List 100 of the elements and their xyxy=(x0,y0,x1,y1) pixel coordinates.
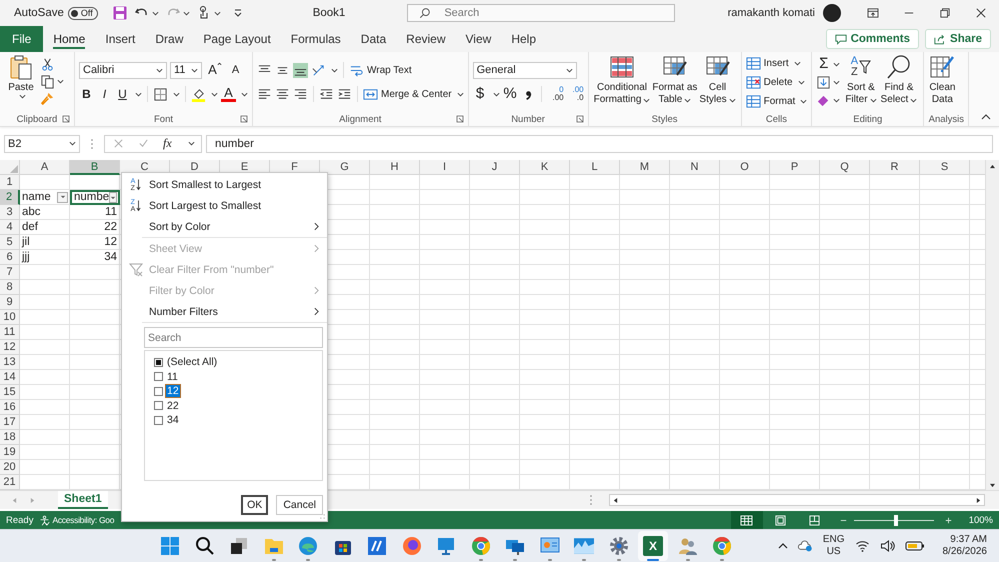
cell[interactable] xyxy=(720,445,770,460)
check-icon[interactable] xyxy=(138,138,149,149)
row-header[interactable]: 4 xyxy=(0,220,20,235)
cell[interactable] xyxy=(670,205,720,220)
cell[interactable] xyxy=(670,445,720,460)
cell[interactable] xyxy=(670,340,720,355)
cell[interactable] xyxy=(820,265,870,280)
cell[interactable] xyxy=(70,415,120,430)
cell[interactable] xyxy=(820,235,870,250)
cell[interactable] xyxy=(670,310,720,325)
cell[interactable] xyxy=(770,250,820,265)
cell[interactable] xyxy=(620,370,670,385)
fill-bucket-icon[interactable] xyxy=(191,86,206,102)
cell[interactable] xyxy=(570,445,620,460)
cell[interactable] xyxy=(370,415,420,430)
cell[interactable] xyxy=(870,400,920,415)
scroll-right-icon[interactable] xyxy=(976,496,981,504)
column-header[interactable]: Q xyxy=(820,160,870,175)
cell[interactable] xyxy=(770,385,820,400)
autosum-button[interactable]: Σ xyxy=(816,56,832,72)
cell[interactable] xyxy=(720,430,770,445)
cell[interactable] xyxy=(20,325,70,340)
cell[interactable] xyxy=(920,265,970,280)
cell[interactable] xyxy=(20,445,70,460)
cell-button[interactable]: Cell Styles xyxy=(698,54,737,106)
cell[interactable] xyxy=(820,445,870,460)
cell[interactable] xyxy=(620,235,670,250)
accessibility-icon[interactable] xyxy=(39,514,50,526)
ribbon-display-icon[interactable] xyxy=(867,8,879,18)
cell[interactable] xyxy=(470,400,520,415)
cell[interactable] xyxy=(20,385,70,400)
row-header[interactable]: 6 xyxy=(0,250,20,265)
cell[interactable] xyxy=(520,385,570,400)
scroll-left-icon[interactable] xyxy=(613,496,618,504)
cell[interactable] xyxy=(370,325,420,340)
cell[interactable] xyxy=(570,355,620,370)
cell[interactable] xyxy=(870,325,920,340)
cell[interactable] xyxy=(820,415,870,430)
row-header[interactable]: 13 xyxy=(0,355,20,370)
row-header[interactable]: 21 xyxy=(0,475,20,490)
cell[interactable] xyxy=(670,250,720,265)
cell[interactable] xyxy=(720,355,770,370)
cell[interactable] xyxy=(670,325,720,340)
cell[interactable] xyxy=(20,295,70,310)
cell[interactable] xyxy=(570,295,620,310)
cell[interactable] xyxy=(470,175,520,190)
cell[interactable] xyxy=(620,265,670,280)
cell[interactable] xyxy=(620,280,670,295)
cell[interactable] xyxy=(420,415,470,430)
filter-button[interactable] xyxy=(57,192,68,202)
cell[interactable] xyxy=(770,430,820,445)
value-label[interactable]: 12 xyxy=(165,384,181,398)
cell[interactable] xyxy=(920,445,970,460)
menu-item[interactable]: Number Filters xyxy=(122,301,327,322)
cell[interactable] xyxy=(920,385,970,400)
cell[interactable] xyxy=(520,235,570,250)
row-header[interactable]: 19 xyxy=(0,445,20,460)
cell[interactable] xyxy=(20,310,70,325)
cell[interactable] xyxy=(420,265,470,280)
cell[interactable] xyxy=(920,295,970,310)
ribbon-tab[interactable]: Data xyxy=(350,26,396,52)
cell[interactable] xyxy=(920,430,970,445)
cell[interactable] xyxy=(470,385,520,400)
search-field[interactable]: Search xyxy=(407,4,676,22)
sheet-tab[interactable]: Sheet1 xyxy=(58,491,108,509)
collapse-ribbon-icon[interactable] xyxy=(981,114,991,120)
column-header[interactable]: S xyxy=(920,160,970,175)
cell[interactable] xyxy=(670,235,720,250)
header-cell[interactable]: numbe xyxy=(70,190,120,205)
fill-down-icon[interactable] xyxy=(816,75,832,90)
cell[interactable] xyxy=(370,310,420,325)
cell[interactable] xyxy=(770,370,820,385)
chevron-up-icon[interactable] xyxy=(778,543,788,549)
font-color-button[interactable]: A xyxy=(221,86,236,102)
cell[interactable]: 12 xyxy=(70,235,120,250)
font-name-dropdown[interactable]: Calibri xyxy=(79,62,167,78)
excel-taskbar-button[interactable]: X xyxy=(638,531,668,561)
number-format-dropdown[interactable]: General xyxy=(472,62,577,78)
cell[interactable] xyxy=(820,460,870,475)
cell[interactable] xyxy=(620,325,670,340)
cell[interactable] xyxy=(770,460,820,475)
column-header[interactable]: A xyxy=(20,160,70,175)
align-bottom-icon[interactable] xyxy=(293,62,308,78)
cell[interactable] xyxy=(420,310,470,325)
zoom-in-icon[interactable] xyxy=(944,516,953,524)
cell[interactable] xyxy=(20,430,70,445)
cell[interactable] xyxy=(420,175,470,190)
cell[interactable] xyxy=(420,355,470,370)
column-header[interactable]: L xyxy=(570,160,620,175)
column-header[interactable]: J xyxy=(470,160,520,175)
insert-cells-button[interactable]: Insert xyxy=(746,56,808,71)
cell[interactable] xyxy=(920,250,970,265)
cell[interactable] xyxy=(520,400,570,415)
cell[interactable] xyxy=(920,190,970,205)
cell[interactable] xyxy=(920,175,970,190)
cell[interactable] xyxy=(820,175,870,190)
row-header[interactable]: 20 xyxy=(0,460,20,475)
zoom-level[interactable]: 100% xyxy=(968,514,993,526)
checkbox[interactable] xyxy=(154,386,163,396)
cell[interactable] xyxy=(520,415,570,430)
